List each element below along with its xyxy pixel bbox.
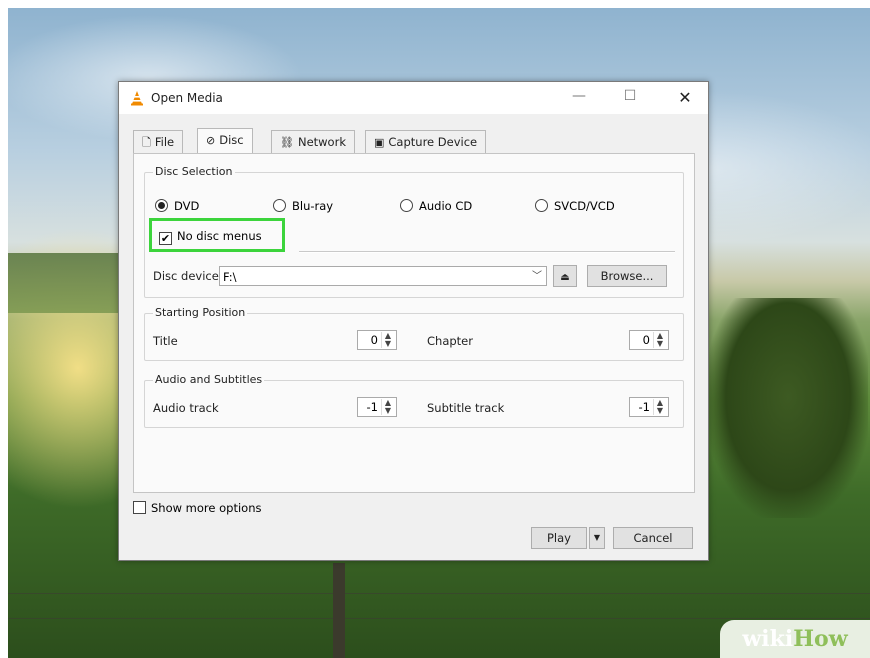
radio-audio-cd[interactable]: Audio CD bbox=[400, 199, 472, 213]
radio-blu-ray[interactable]: Blu-ray bbox=[273, 199, 333, 213]
chapter-value: 0 bbox=[642, 333, 650, 347]
play-dropdown-button[interactable]: ▼ bbox=[589, 527, 605, 549]
tab-disc-label: Disc bbox=[219, 133, 244, 147]
open-media-dialog: Open Media — ☐ ✕ 🗋 File ⊘ Disc ⛓ Network ▣ C… bbox=[118, 81, 709, 561]
maximize-button[interactable]: ☐ bbox=[615, 88, 645, 108]
disc-device-label: Disc device bbox=[153, 269, 219, 283]
browse-button[interactable]: Browse... bbox=[587, 265, 667, 287]
title-spinbox[interactable]: 0 ▲ ▼ bbox=[357, 330, 397, 350]
cancel-button[interactable]: Cancel bbox=[613, 527, 693, 549]
title-label: Title bbox=[153, 334, 178, 348]
tab-capture-device[interactable]: ▣ Capture Device bbox=[365, 130, 487, 153]
radio-svcd-vcd-label: SVCD/VCD bbox=[554, 199, 615, 213]
disc-selection-legend: Disc Selection bbox=[153, 165, 235, 178]
tab-capture-device-label: Capture Device bbox=[388, 135, 478, 149]
radio-blu-ray-indicator[interactable] bbox=[273, 199, 286, 212]
radio-svcd-vcd[interactable]: SVCD/VCD bbox=[535, 199, 615, 213]
spin-arrows-icon[interactable]: ▲ ▼ bbox=[653, 399, 666, 415]
audio-track-spinbox[interactable]: -1 ▲ ▼ bbox=[357, 397, 397, 417]
audio-track-value: -1 bbox=[366, 400, 378, 414]
audio-track-label: Audio track bbox=[153, 401, 219, 415]
disc-device-combo[interactable]: F:\ ﹀ bbox=[219, 266, 547, 286]
network-icon: ⛓ bbox=[280, 136, 294, 149]
fence-post bbox=[333, 563, 345, 658]
radio-dvd[interactable]: DVD bbox=[155, 199, 199, 213]
watermark-wiki: wiki bbox=[742, 626, 794, 652]
disc-icon: ⊘ bbox=[206, 134, 216, 147]
show-more-options-checkbox[interactable]: Show more options bbox=[133, 501, 262, 515]
radio-blu-ray-label: Blu-ray bbox=[292, 199, 334, 213]
fence-wire bbox=[8, 593, 870, 594]
spin-arrows-icon[interactable]: ▲ ▼ bbox=[381, 332, 394, 348]
subtitle-track-spinbox[interactable]: -1 ▲ ▼ bbox=[629, 397, 669, 417]
tree bbox=[708, 298, 868, 518]
fence-wire bbox=[8, 618, 870, 619]
radio-dvd-label: DVD bbox=[174, 199, 200, 213]
chapter-label: Chapter bbox=[427, 334, 473, 348]
dropdown-arrow-icon: ▼ bbox=[593, 533, 601, 542]
spin-arrows-icon[interactable]: ▲ ▼ bbox=[381, 399, 394, 415]
spin-arrows-icon[interactable]: ▲ ▼ bbox=[653, 332, 666, 348]
radio-audio-cd-indicator[interactable] bbox=[400, 199, 413, 212]
separator bbox=[299, 251, 675, 253]
radio-dvd-indicator[interactable] bbox=[155, 199, 168, 212]
audio-subtitles-legend: Audio and Subtitles bbox=[153, 373, 265, 386]
disc-device-value: F:\ bbox=[223, 270, 237, 284]
tab-network-label: Network bbox=[297, 135, 346, 149]
starting-position-legend: Starting Position bbox=[153, 306, 248, 319]
starting-position-group: Starting Position Title 0 ▲ ▼ Chapter 0 ▲… bbox=[144, 306, 684, 361]
eject-icon: ⏏ bbox=[560, 272, 570, 283]
file-icon: 🗋 bbox=[142, 136, 151, 149]
audio-subtitles-group: Audio and Subtitles Audio track -1 ▲ ▼ Su… bbox=[144, 373, 684, 428]
tab-disc[interactable]: ⊘ Disc bbox=[197, 128, 253, 153]
close-button[interactable]: ✕ bbox=[670, 88, 700, 108]
tab-file[interactable]: 🗋 File bbox=[133, 130, 184, 153]
show-more-options-label: Show more options bbox=[151, 501, 262, 515]
subtitle-track-value: -1 bbox=[638, 400, 650, 414]
subtitle-track-label: Subtitle track bbox=[427, 401, 505, 415]
radio-audio-cd-label: Audio CD bbox=[419, 199, 473, 213]
window-title: Open Media bbox=[151, 91, 223, 105]
tab-file-label: File bbox=[154, 135, 175, 149]
title-value: 0 bbox=[370, 333, 378, 347]
capture-device-icon: ▣ bbox=[374, 136, 385, 149]
play-button[interactable]: Play bbox=[531, 527, 587, 549]
radio-svcd-vcd-indicator[interactable] bbox=[535, 199, 548, 212]
title-bar: Open Media — ☐ ✕ bbox=[119, 82, 708, 114]
eject-button[interactable]: ⏏ bbox=[553, 265, 577, 287]
vlc-cone-icon bbox=[131, 91, 143, 106]
watermark-how: How bbox=[793, 626, 848, 652]
chevron-down-icon[interactable]: ﹀ bbox=[532, 267, 542, 287]
chapter-spinbox[interactable]: 0 ▲ ▼ bbox=[629, 330, 669, 350]
highlight-box bbox=[149, 218, 285, 252]
disc-tab-pane: Disc Selection DVD Blu-ray Audio CD SVCD… bbox=[133, 153, 695, 493]
tab-network[interactable]: ⛓ Network bbox=[271, 130, 355, 153]
minimize-button[interactable]: — bbox=[564, 88, 594, 108]
checkbox-empty[interactable] bbox=[133, 501, 146, 514]
wikihow-watermark: wikiHow bbox=[720, 620, 870, 658]
